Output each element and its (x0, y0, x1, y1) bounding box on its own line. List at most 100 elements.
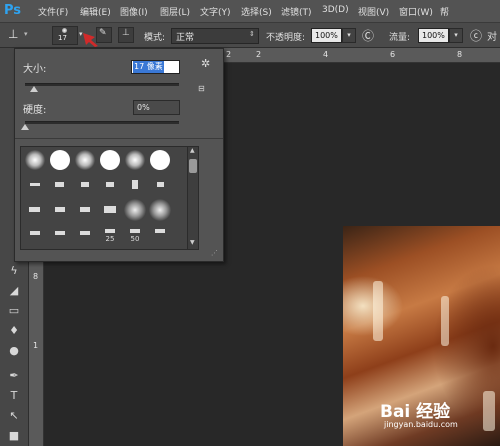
gear-icon[interactable]: ✲ (201, 57, 210, 70)
brush-preset-small[interactable] (23, 198, 47, 222)
menu-filter[interactable]: 滤镜(T) (281, 5, 312, 18)
brush-preset-small[interactable] (148, 223, 172, 247)
flow-dropdown-button[interactable]: ▾ (449, 28, 463, 43)
watermark-logo-text: Bai 经验 (380, 402, 451, 422)
image-highlight (373, 281, 383, 341)
opacity-dropdown-button[interactable]: ▾ (342, 28, 356, 43)
brush-preset-small[interactable] (73, 173, 97, 197)
ruler-tick-label: 8 (457, 50, 463, 59)
menu-edit[interactable]: 编辑(E) (80, 5, 111, 18)
brush-preset-small[interactable] (148, 173, 172, 197)
brush-preset-soft-round[interactable] (73, 148, 97, 172)
rectangle-tool-icon[interactable]: ■ (6, 429, 22, 443)
new-preset-icon[interactable]: ⊟ (198, 84, 205, 93)
ruler-tick-label: 8 (33, 272, 39, 281)
dodge-tool-icon[interactable]: ● (6, 344, 22, 358)
flow-input[interactable]: 100% (418, 28, 449, 43)
blur-tool-icon[interactable]: ♦ (6, 324, 22, 338)
menu-view[interactable]: 视图(V) (358, 5, 389, 18)
scroll-up-icon[interactable]: ▲ (190, 147, 195, 154)
brush-preset-icon: ✎ (99, 28, 107, 38)
menu-select[interactable]: 选择(S) (241, 5, 272, 18)
pressure-opacity-icon[interactable]: Ⓒ (362, 27, 374, 44)
menu-bar: Ps 文件(F) 编辑(E) 图像(I) 图层(L) 文字(Y) 选择(S) 滤… (0, 0, 500, 23)
size-slider-thumb[interactable] (30, 86, 39, 92)
size-label: 大小: (23, 64, 47, 75)
preset-size-label: 25 (105, 235, 115, 243)
eraser-tool-icon[interactable]: ◢ (6, 284, 22, 298)
brush-preset-grid: 25 50 (20, 146, 188, 250)
hardness-slider-track[interactable] (25, 121, 179, 124)
flow-label: 流量: (389, 33, 411, 43)
menu-layer[interactable]: 图层(L) (160, 5, 190, 18)
gradient-tool-icon[interactable]: ▭ (6, 304, 22, 318)
stamp-icon[interactable]: ⊥ (8, 27, 18, 41)
app-logo: Ps (4, 3, 22, 18)
brush-preset-small[interactable] (73, 223, 97, 247)
size-slider-track[interactable] (25, 83, 179, 86)
brush-preset-small[interactable] (48, 223, 72, 247)
mode-select-value: 正常 (176, 33, 195, 43)
menu-3d[interactable]: 3D(D) (322, 5, 349, 15)
menu-image[interactable]: 图像(I) (120, 5, 148, 18)
history-brush-tool-icon[interactable]: ϟ (6, 264, 22, 278)
path-selection-tool-icon[interactable]: ↖ (6, 409, 22, 423)
menu-window[interactable]: 窗口(W) (399, 5, 433, 18)
menu-help[interactable]: 帮 (440, 5, 449, 18)
ruler-tick-label: 4 (323, 50, 329, 59)
brush-preset-small[interactable] (123, 173, 147, 197)
opacity-label: 不透明度: (266, 33, 306, 43)
hardness-input[interactable]: 0% (133, 100, 180, 115)
type-tool-icon[interactable]: T (6, 389, 22, 403)
aligned-icon[interactable]: 对 (487, 28, 497, 43)
brush-preset-small[interactable] (23, 173, 47, 197)
brush-preset-small[interactable]: 25 (98, 223, 122, 247)
ruler-tick-label: 6 (390, 50, 396, 59)
brush-preset-small[interactable] (48, 198, 72, 222)
brush-size-readout: 17 (58, 34, 67, 42)
brush-preset-small[interactable] (98, 198, 122, 222)
image-highlight (483, 391, 495, 431)
hardness-label: 硬度: (23, 105, 47, 116)
preset-scrollbar[interactable]: ▲ ▼ (187, 146, 199, 250)
brush-preset-small[interactable]: 50 (123, 223, 147, 247)
options-bar: ⊥ ▾ 17 ▾ ✎ ⊥ 模式: 正常 ⇕ 不透明度: 100% ▾ Ⓒ 流量:… (0, 23, 500, 48)
brush-tip-icon (62, 28, 67, 33)
resize-grip-icon[interactable]: ⋰ (211, 249, 218, 257)
brush-preset-hard-round[interactable] (148, 148, 172, 172)
scrollbar-thumb[interactable] (189, 159, 197, 173)
mode-select-chevron-icon: ⇕ (249, 30, 255, 38)
size-input[interactable]: 17 像素 (131, 60, 180, 74)
hardness-slider-thumb[interactable] (21, 124, 29, 130)
menu-file[interactable]: 文件(F) (38, 5, 68, 18)
ruler-tick-label: 2 (226, 50, 232, 59)
image-highlight (441, 296, 449, 346)
brush-picker-button[interactable]: 17 (52, 26, 78, 45)
clone-source-button[interactable]: ⊥ (118, 27, 134, 43)
opacity-input[interactable]: 100% (311, 28, 342, 43)
menu-type[interactable]: 文字(Y) (200, 5, 231, 18)
brush-preset-small[interactable] (48, 173, 72, 197)
scroll-down-icon[interactable]: ▼ (190, 239, 195, 246)
brush-preset-small[interactable] (98, 173, 122, 197)
brush-preset-soft-round[interactable] (123, 198, 147, 222)
brush-preset-small[interactable] (23, 223, 47, 247)
mode-select[interactable]: 正常 ⇕ (171, 28, 259, 44)
ruler-tick-label: 2 (256, 50, 262, 59)
brush-preset-hard-round[interactable] (48, 148, 72, 172)
tool-preset-chevron-icon[interactable]: ▾ (24, 30, 28, 38)
airbrush-icon[interactable]: ⓒ (470, 27, 482, 44)
brush-panel-toggle-button[interactable]: ✎ (96, 27, 112, 43)
clone-source-icon: ⊥ (122, 28, 130, 38)
mode-label: 模式: (144, 33, 166, 43)
watermark-url: jingyan.baidu.com (384, 420, 458, 429)
brush-preset-soft-round[interactable] (123, 148, 147, 172)
preset-size-label: 50 (130, 235, 140, 243)
size-input-value: 17 像素 (133, 61, 164, 73)
brush-preset-soft-round[interactable] (23, 148, 47, 172)
brush-preset-hard-round[interactable] (98, 148, 122, 172)
brush-preset-soft-round[interactable] (148, 198, 172, 222)
brush-preset-picker: 大小: 17 像素 ✲ ⊟ 硬度: 0% 25 50 ▲ ▼ ⋰ (14, 48, 224, 262)
brush-preset-small[interactable] (73, 198, 97, 222)
pen-tool-icon[interactable]: ✒ (6, 369, 22, 383)
